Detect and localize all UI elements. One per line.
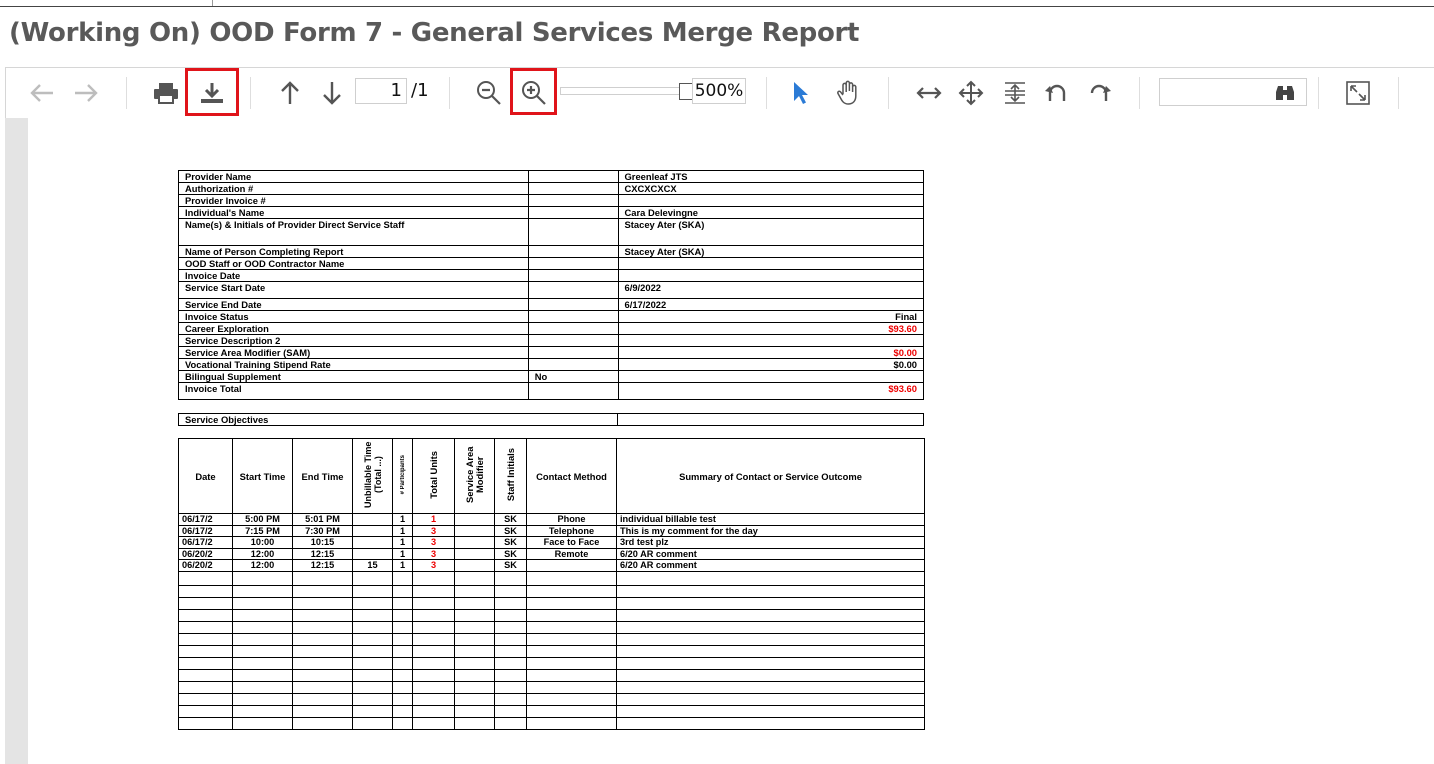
zoom-in-icon (521, 80, 546, 105)
download-icon (201, 82, 223, 103)
download-button[interactable] (188, 68, 236, 117)
info-row: Provider Name Greenleaf JTS (178, 170, 925, 183)
table-row (178, 692, 925, 706)
top-divider (0, 0, 1434, 7)
table-row (178, 644, 925, 658)
table-row (178, 680, 925, 694)
page-total: /1 (411, 80, 429, 101)
fullscreen-icon (1346, 80, 1370, 105)
table-row (178, 584, 925, 598)
info-row: Individual's Name Cara Delevingne (178, 206, 925, 219)
provider-info-table: Provider Name Greenleaf JTS Authorization… (178, 170, 925, 400)
arrow-up-icon (281, 80, 299, 104)
select-cursor-icon (794, 81, 808, 104)
report-page: Provider Name Greenleaf JTS Authorization… (177, 170, 925, 730)
print-button[interactable] (148, 68, 184, 117)
arrow-right-icon (75, 83, 98, 102)
rotate-right-icon (1090, 84, 1111, 101)
back-button[interactable] (26, 68, 58, 117)
info-row: Name of Person Completing Report Stacey A… (178, 245, 925, 258)
fullscreen-button[interactable] (1342, 68, 1374, 117)
move-icon (958, 80, 984, 105)
table-row (178, 656, 925, 670)
table-row (178, 620, 925, 634)
info-row: Bilingual Supplement No (178, 370, 925, 383)
forward-button[interactable] (70, 68, 102, 117)
move-button[interactable] (954, 68, 988, 117)
zoom-in-button[interactable] (513, 68, 554, 117)
info-row: Authorization # CXCXCXCX (178, 182, 925, 195)
print-icon (154, 82, 178, 104)
rotate-left-button[interactable] (1040, 68, 1074, 117)
next-page-button[interactable] (316, 68, 348, 117)
info-row: Invoice Date (178, 269, 925, 282)
arrow-down-icon (323, 81, 341, 105)
table-row: 06/20/2 12:00 12:15 15 1 3 SK 6/20 AR comment (178, 559, 925, 572)
info-row: Invoice Total $93.60 (178, 382, 925, 400)
zoom-level-input[interactable]: 500% (692, 78, 746, 104)
table-row (178, 608, 925, 622)
table-row: 06/17/2 5:00 PM 5:01 PM 1 1 SK Phone individual… (178, 513, 925, 526)
fit-width-icon (916, 86, 942, 99)
table-row: 06/17/2 7:15 PM 7:30 PM 1 3 SK Telephone This i… (178, 524, 925, 537)
find-button[interactable] (1270, 68, 1300, 117)
zoom-out-icon (477, 80, 501, 105)
table-row: 06/17/2 10:00 10:15 1 3 SK Face to Face 3rd tes… (178, 536, 925, 549)
info-row: Career Exploration $93.60 (178, 322, 925, 335)
zoom-out-button[interactable] (473, 68, 505, 117)
info-row: Name(s) & Initials of Provider Direct Se… (178, 218, 925, 246)
rotate-left-icon (1045, 84, 1066, 101)
pdf-toolbar: 1 /1 500% (5, 67, 1434, 118)
fit-width-button[interactable] (912, 68, 946, 117)
fit-page-icon (1005, 81, 1025, 104)
activity-table: Date Start Time End Time Unbillable Time… (178, 438, 925, 730)
binoculars-icon (1276, 85, 1294, 100)
arrow-left-icon (30, 83, 53, 102)
info-row: Provider Invoice # (178, 194, 925, 207)
info-row: Service Description 2 (178, 334, 925, 347)
service-objectives-table: Service Objectives (177, 413, 924, 426)
rotate-right-button[interactable] (1082, 68, 1116, 117)
table-row (178, 704, 925, 718)
table-row (178, 716, 925, 730)
zoom-slider-thumb[interactable] (679, 83, 693, 100)
info-row: Service Start Date 6/9/2022 (178, 281, 925, 299)
table-row (178, 570, 925, 586)
pan-tool-button[interactable] (832, 68, 864, 117)
info-row: Vocational Training Stipend Rate $0.00 (178, 358, 925, 371)
viewer-gutter (5, 118, 28, 764)
table-row: 06/20/2 12:00 12:15 1 3 SK Remote 6/20 AR comme… (178, 547, 925, 560)
select-tool-button[interactable] (784, 68, 816, 117)
info-row: OOD Staff or OOD Contractor Name (178, 257, 925, 270)
zoom-slider-track[interactable] (560, 87, 686, 95)
activity-header-row: Date Start Time End Time Unbillable Time… (178, 438, 925, 514)
fit-page-button[interactable] (998, 68, 1032, 117)
table-row (178, 632, 925, 646)
hand-pan-icon (837, 80, 857, 105)
table-row (178, 596, 925, 610)
page-number-input[interactable]: 1 (355, 78, 407, 104)
table-row (178, 668, 925, 682)
info-row: Service Area Modifier (SAM) $0.00 (178, 346, 925, 359)
info-row: Service End Date 6/17/2022 (178, 298, 925, 311)
previous-page-button[interactable] (274, 68, 306, 117)
page-title: (Working On) OOD Form 7 - General Servic… (9, 18, 860, 48)
info-row: Invoice Status Final (178, 310, 925, 323)
